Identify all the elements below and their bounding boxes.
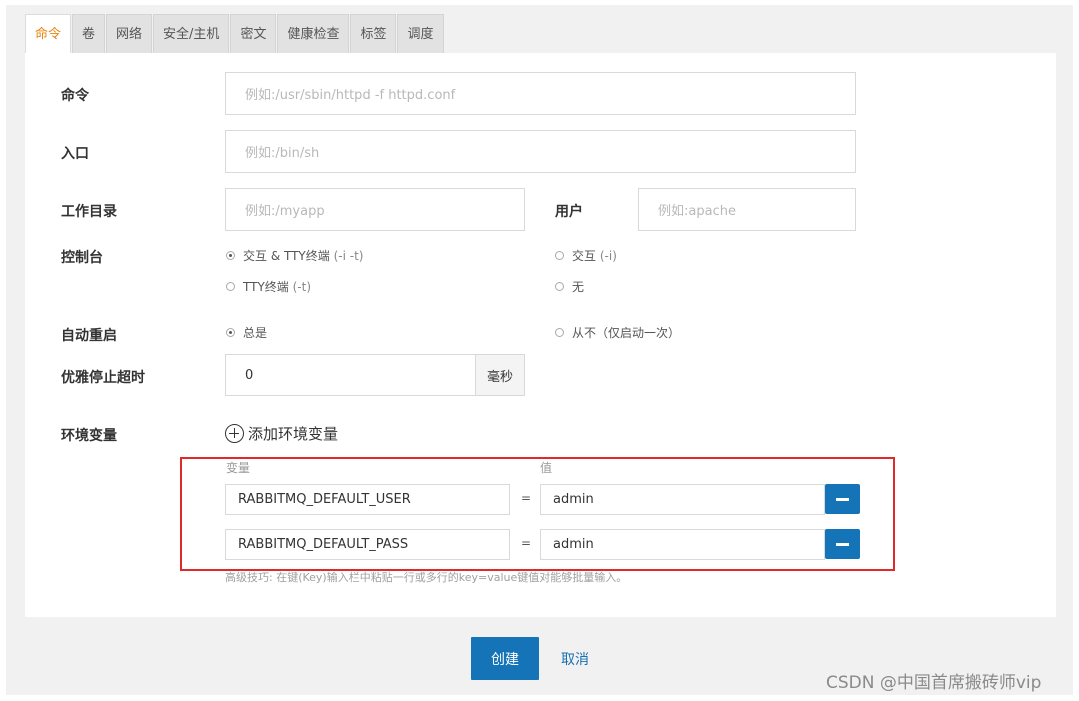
tab-volumes[interactable]: 卷 [72,14,106,53]
option-flag: (-t) [292,279,312,294]
workdir-input[interactable]: 例如:/myapp [225,188,525,231]
workdir-label: 工作目录 [61,204,117,220]
entrypoint-input[interactable]: 例如:/bin/sh [225,130,856,173]
restart-option-never[interactable]: 从不（仅启动一次） [555,324,680,341]
env-value-header: 值 [540,461,553,475]
option-text: 从不（仅启动一次） [572,326,681,340]
tab-secrets[interactable]: 密文 [230,14,277,53]
user-input[interactable]: 例如:apache [638,188,856,231]
radio-selected-icon [226,251,235,260]
create-button[interactable]: 创建 [471,637,539,680]
command-input[interactable]: 例如:/usr/sbin/httpd -f httpd.conf [225,72,856,115]
option-flag: (-i) [599,248,617,263]
user-label: 用户 [555,204,583,220]
env-equals-sign: = [521,491,532,505]
console-option-interactive-tty[interactable]: 交互 & TTY终端 (-i -t) [226,247,364,264]
restart-label: 自动重启 [61,328,117,344]
add-env-button[interactable]: 添加环境变量 [225,423,338,444]
restart-option-always[interactable]: 总是 [226,324,267,341]
console-option-interactive[interactable]: 交互 (-i) [555,247,617,264]
env-value-input[interactable]: admin [540,484,825,515]
command-label: 命令 [61,88,89,104]
env-label: 环境变量 [61,428,117,444]
graceful-stop-label: 优雅停止超时 [61,370,145,386]
console-label: 控制台 [61,250,103,266]
option-text: 总是 [243,326,268,340]
remove-env-button[interactable] [825,484,860,514]
add-circle-icon [225,424,244,443]
entrypoint-label: 入口 [61,146,89,162]
tab-scheduling[interactable]: 调度 [397,14,444,53]
console-option-tty[interactable]: TTY终端 (-t) [226,278,311,295]
tab-bar: 命令 卷 网络 安全/主机 密文 健康检查 标签 调度 [25,14,445,53]
radio-icon [555,282,564,291]
watermark: CSDN @中国首席搬砖师vip [826,673,1042,693]
option-text: 交互 [572,249,597,263]
tab-command[interactable]: 命令 [25,14,72,53]
env-key-header: 变量 [226,461,251,475]
radio-selected-icon [226,328,235,337]
option-text: 无 [572,280,585,294]
console-option-none[interactable]: 无 [555,278,584,295]
cancel-button[interactable]: 取消 [561,649,589,669]
tab-health-check[interactable]: 健康检查 [277,14,350,53]
graceful-stop-unit: 毫秒 [476,354,525,396]
env-equals-sign: = [521,536,532,550]
env-key-input[interactable]: RABBITMQ_DEFAULT_PASS [225,529,510,560]
tab-network[interactable]: 网络 [106,14,153,53]
radio-icon [555,251,564,260]
add-env-label: 添加环境变量 [248,425,339,443]
radio-icon [555,328,564,337]
env-paste-hint: 高级技巧: 在键(Key)输入栏中粘贴一行或多行的key=value键值对能够批… [225,571,628,584]
radio-icon [226,282,235,291]
env-value-input[interactable]: admin [540,529,825,560]
tab-security-host[interactable]: 安全/主机 [153,14,230,53]
option-text: TTY终端 [243,280,289,294]
option-text: 交互 & TTY终端 [243,249,330,263]
remove-env-button[interactable] [825,529,860,559]
tab-labels[interactable]: 标签 [350,14,397,53]
option-flag: (-i -t) [333,248,364,263]
env-key-input[interactable]: RABBITMQ_DEFAULT_USER [225,484,510,515]
graceful-stop-input[interactable]: 0 [225,354,476,396]
